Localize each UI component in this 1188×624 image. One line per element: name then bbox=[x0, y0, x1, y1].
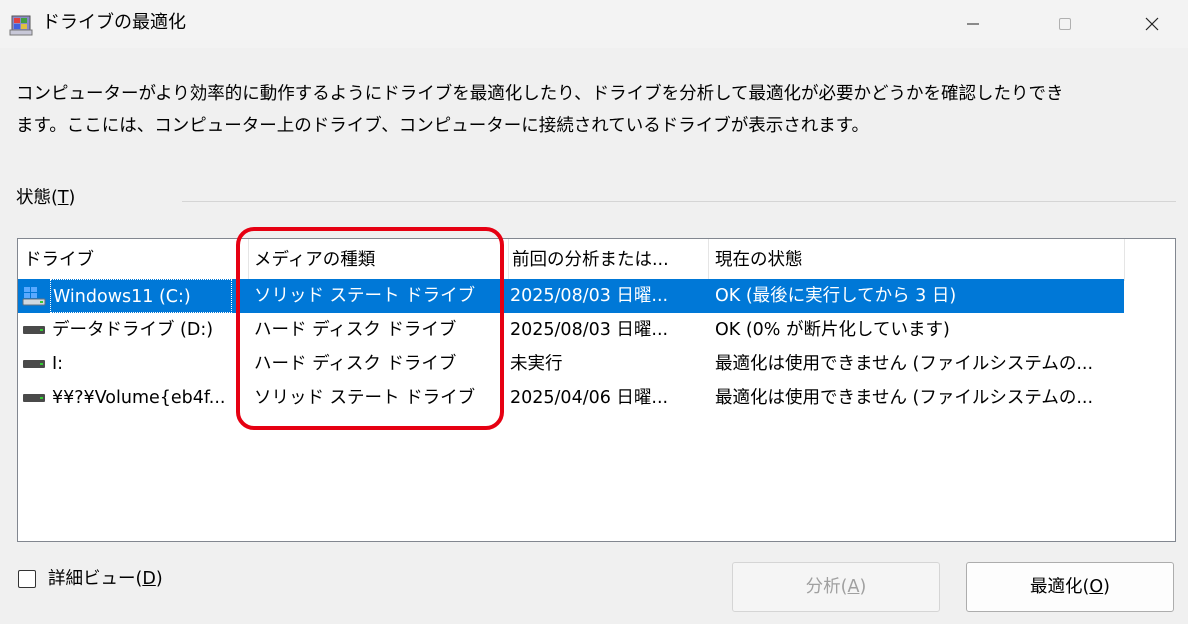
minimize-icon bbox=[967, 23, 979, 25]
detail-view-checkbox[interactable] bbox=[18, 570, 36, 588]
description-text: コンピューターがより効率的に動作するようにドライブを最適化したり、ドライブを分析… bbox=[16, 78, 1126, 142]
current-status: OK (0% が断片化しています) bbox=[715, 320, 950, 340]
window-title: ドライブの最適化 bbox=[42, 12, 186, 33]
table-row[interactable]: ¥¥?¥Volume{eb4f... ソリッド ステート ドライブ 2025/0… bbox=[18, 381, 1175, 415]
windows-drive-icon bbox=[22, 279, 46, 313]
defrag-app-icon bbox=[8, 10, 36, 38]
maximize-icon bbox=[1059, 18, 1071, 30]
hard-drive-icon bbox=[22, 381, 46, 415]
hard-drive-icon bbox=[22, 313, 46, 347]
drive-list[interactable]: ドライブ メディアの種類 前回の分析または... 現在の状態 Windows11… bbox=[17, 238, 1176, 542]
column-header-last-run[interactable]: 前回の分析または... bbox=[506, 239, 706, 281]
minimize-button[interactable] bbox=[945, 0, 1001, 48]
column-header-media[interactable]: メディアの種類 bbox=[248, 239, 508, 281]
media-type: ソリッド ステート ドライブ bbox=[254, 286, 476, 306]
drive-name: I: bbox=[52, 354, 64, 374]
status-label: 状態(T) bbox=[16, 188, 76, 208]
current-status: 最適化は使用できません (ファイルシステムの... bbox=[715, 388, 1094, 408]
last-analyzed: 2025/04/06 日曜... bbox=[510, 388, 669, 408]
column-divider[interactable] bbox=[1124, 239, 1125, 281]
description-line-2: ます。ここには、コンピューター上のドライブ、コンピューターに接続されているドライ… bbox=[16, 116, 869, 136]
optimize-button[interactable]: 最適化(O) bbox=[966, 562, 1174, 612]
media-type: ハード ディスク ドライブ bbox=[254, 354, 457, 374]
close-button[interactable] bbox=[1124, 0, 1180, 48]
current-status: 最適化は使用できません (ファイルシステムの... bbox=[715, 354, 1094, 374]
drive-name: データドライブ (D:) bbox=[52, 320, 214, 340]
last-analyzed: 未実行 bbox=[510, 354, 563, 374]
drive-name: Windows11 (C:) bbox=[50, 279, 232, 313]
table-row[interactable]: データドライブ (D:) ハード ディスク ドライブ 2025/08/03 日曜… bbox=[18, 313, 1175, 347]
table-row[interactable]: Windows11 (C:) ソリッド ステート ドライブ 2025/08/03… bbox=[18, 279, 1124, 313]
column-header-status[interactable]: 現在の状態 bbox=[709, 239, 1124, 281]
maximize-button[interactable] bbox=[1037, 0, 1093, 48]
last-analyzed: 2025/08/03 日曜... bbox=[510, 320, 669, 340]
media-type: ソリッド ステート ドライブ bbox=[254, 388, 476, 408]
column-header-drive[interactable]: ドライブ bbox=[18, 239, 248, 281]
last-analyzed: 2025/08/03 日曜... bbox=[510, 286, 669, 306]
analyze-button[interactable]: 分析(A) bbox=[732, 562, 940, 612]
hard-drive-icon bbox=[22, 347, 46, 381]
media-type: ハード ディスク ドライブ bbox=[254, 320, 457, 340]
close-icon bbox=[1145, 17, 1159, 31]
table-row[interactable]: I: ハード ディスク ドライブ 未実行 最適化は使用できません (ファイルシス… bbox=[18, 347, 1175, 381]
status-divider bbox=[182, 201, 1176, 202]
title-bar: ドライブの最適化 bbox=[0, 0, 1188, 48]
list-header: ドライブ メディアの種類 前回の分析または... 現在の状態 bbox=[18, 239, 1175, 281]
drive-name: ¥¥?¥Volume{eb4f... bbox=[52, 388, 226, 408]
current-status: OK (最後に実行してから 3 日) bbox=[715, 286, 957, 306]
description-line-1: コンピューターがより効率的に動作するようにドライブを最適化したり、ドライブを分析… bbox=[16, 84, 1064, 104]
detail-view-label[interactable]: 詳細ビュー(D) bbox=[48, 566, 163, 592]
